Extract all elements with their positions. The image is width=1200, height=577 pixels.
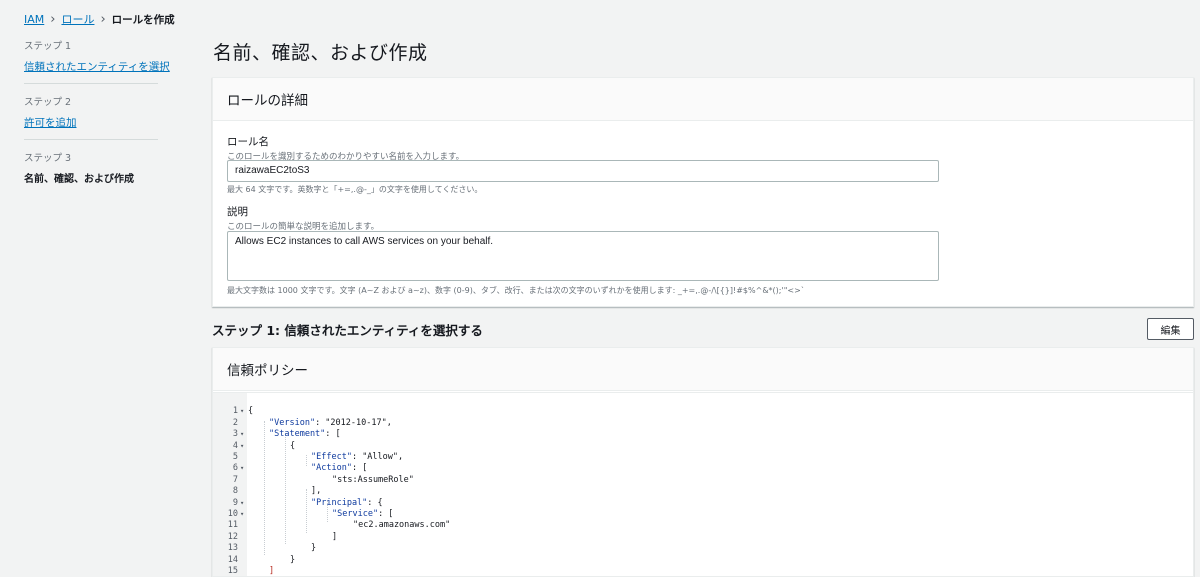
step-number: ステップ 1 [24,41,72,52]
code-line: 2 "Version": "2012-10-17", [213,406,1193,428]
step-link-select-entity[interactable]: 信頼されたエンティティを選択 [24,61,170,73]
code-line: 3 ▾ "Statement": [ [213,418,1193,439]
code-line: 16} [213,566,1193,576]
breadcrumb-current: ロールを作成 [111,13,175,26]
role-name-field: ロール名 このロールを識別するためのわかりやすい名前を入力します。 [227,134,464,162]
trust-policy-panel: 信頼ポリシー 1 ▾{ 2 "Version": "2012-10-17", 3 ▾ "… [212,347,1194,577]
code-line: 8], [213,475,1193,496]
code-line: 10 ▾ "Service": [ [213,498,1193,519]
description-constraint: 最大文字数は 1000 文字です。文字 (A~Z および a~z)、数字 (0-… [227,286,805,295]
code-line: 15] [213,555,1193,576]
code-line: 13} [213,532,1193,553]
edit-button[interactable]: 編集 [1147,318,1194,340]
step-number: ステップ 3 [24,153,72,164]
wizard-step-2: ステップ 2 許可を追加 [24,94,158,140]
breadcrumb-iam-link[interactable]: IAM [24,13,44,26]
role-details-panel: ロールの詳細 ロール名 このロールを識別するためのわかりやすい名前を入力します。… [212,77,1194,307]
description-label: 説明 [227,206,248,218]
step1-section-heading: ステップ 1: 信頼されたエンティティを選択する [212,323,483,338]
step-link-add-permissions[interactable]: 許可を追加 [24,117,77,129]
breadcrumb-roles-link[interactable]: ロール [61,11,94,27]
code-line: 5 "Effect": "Allow", [213,441,1193,462]
code-line: 14} [213,543,1193,565]
breadcrumb: IAM › ロール › ロールを作成 [24,11,175,27]
wizard-step-3: ステップ 3 名前、確認、および作成 [24,150,158,195]
panel-header: ロールの詳細 [213,78,1193,121]
role-name-input[interactable]: raizawaEC2toS3 [227,160,939,182]
role-name-label: ロール名 [227,136,269,148]
code-editor[interactable]: 1 ▾{ 2 "Version": "2012-10-17", 3 ▾ "Stateme… [213,392,1193,576]
description-field: 説明 このロールの簡単な説明を追加します。 [227,204,379,232]
chevron-right-icon: › [100,11,106,27]
code-line: 7 "sts:AssumeRole" [213,463,1193,485]
role-name-constraint: 最大 64 文字です。英数字と「+=,.@-_」の文字を使用してください。 [227,185,483,194]
code-line: 6 ▾ "Action": [ [213,452,1193,473]
chevron-right-icon: › [50,11,56,27]
code-line: 1 ▾{ [213,395,1193,416]
step-current-label: 名前、確認、および作成 [24,174,134,185]
wizard-step-1: ステップ 1 信頼されたエンティティを選択 [24,38,170,84]
code-line: 4 ▾{ [213,429,1193,451]
code-line: 11 "ec2.amazonaws.com" [213,509,1193,530]
page-title: 名前、確認、および作成 [213,42,428,64]
wizard-steps: ステップ 1 信頼されたエンティティを選択 ステップ 2 許可を追加 ステップ … [24,38,170,205]
description-textarea[interactable]: Allows EC2 instances to call AWS service… [227,231,939,281]
code-line: 12] [213,520,1193,542]
step-number: ステップ 2 [24,97,72,108]
code-line: 9 ▾ "Principal": { [213,486,1193,508]
panel-header: 信頼ポリシー [213,348,1193,391]
